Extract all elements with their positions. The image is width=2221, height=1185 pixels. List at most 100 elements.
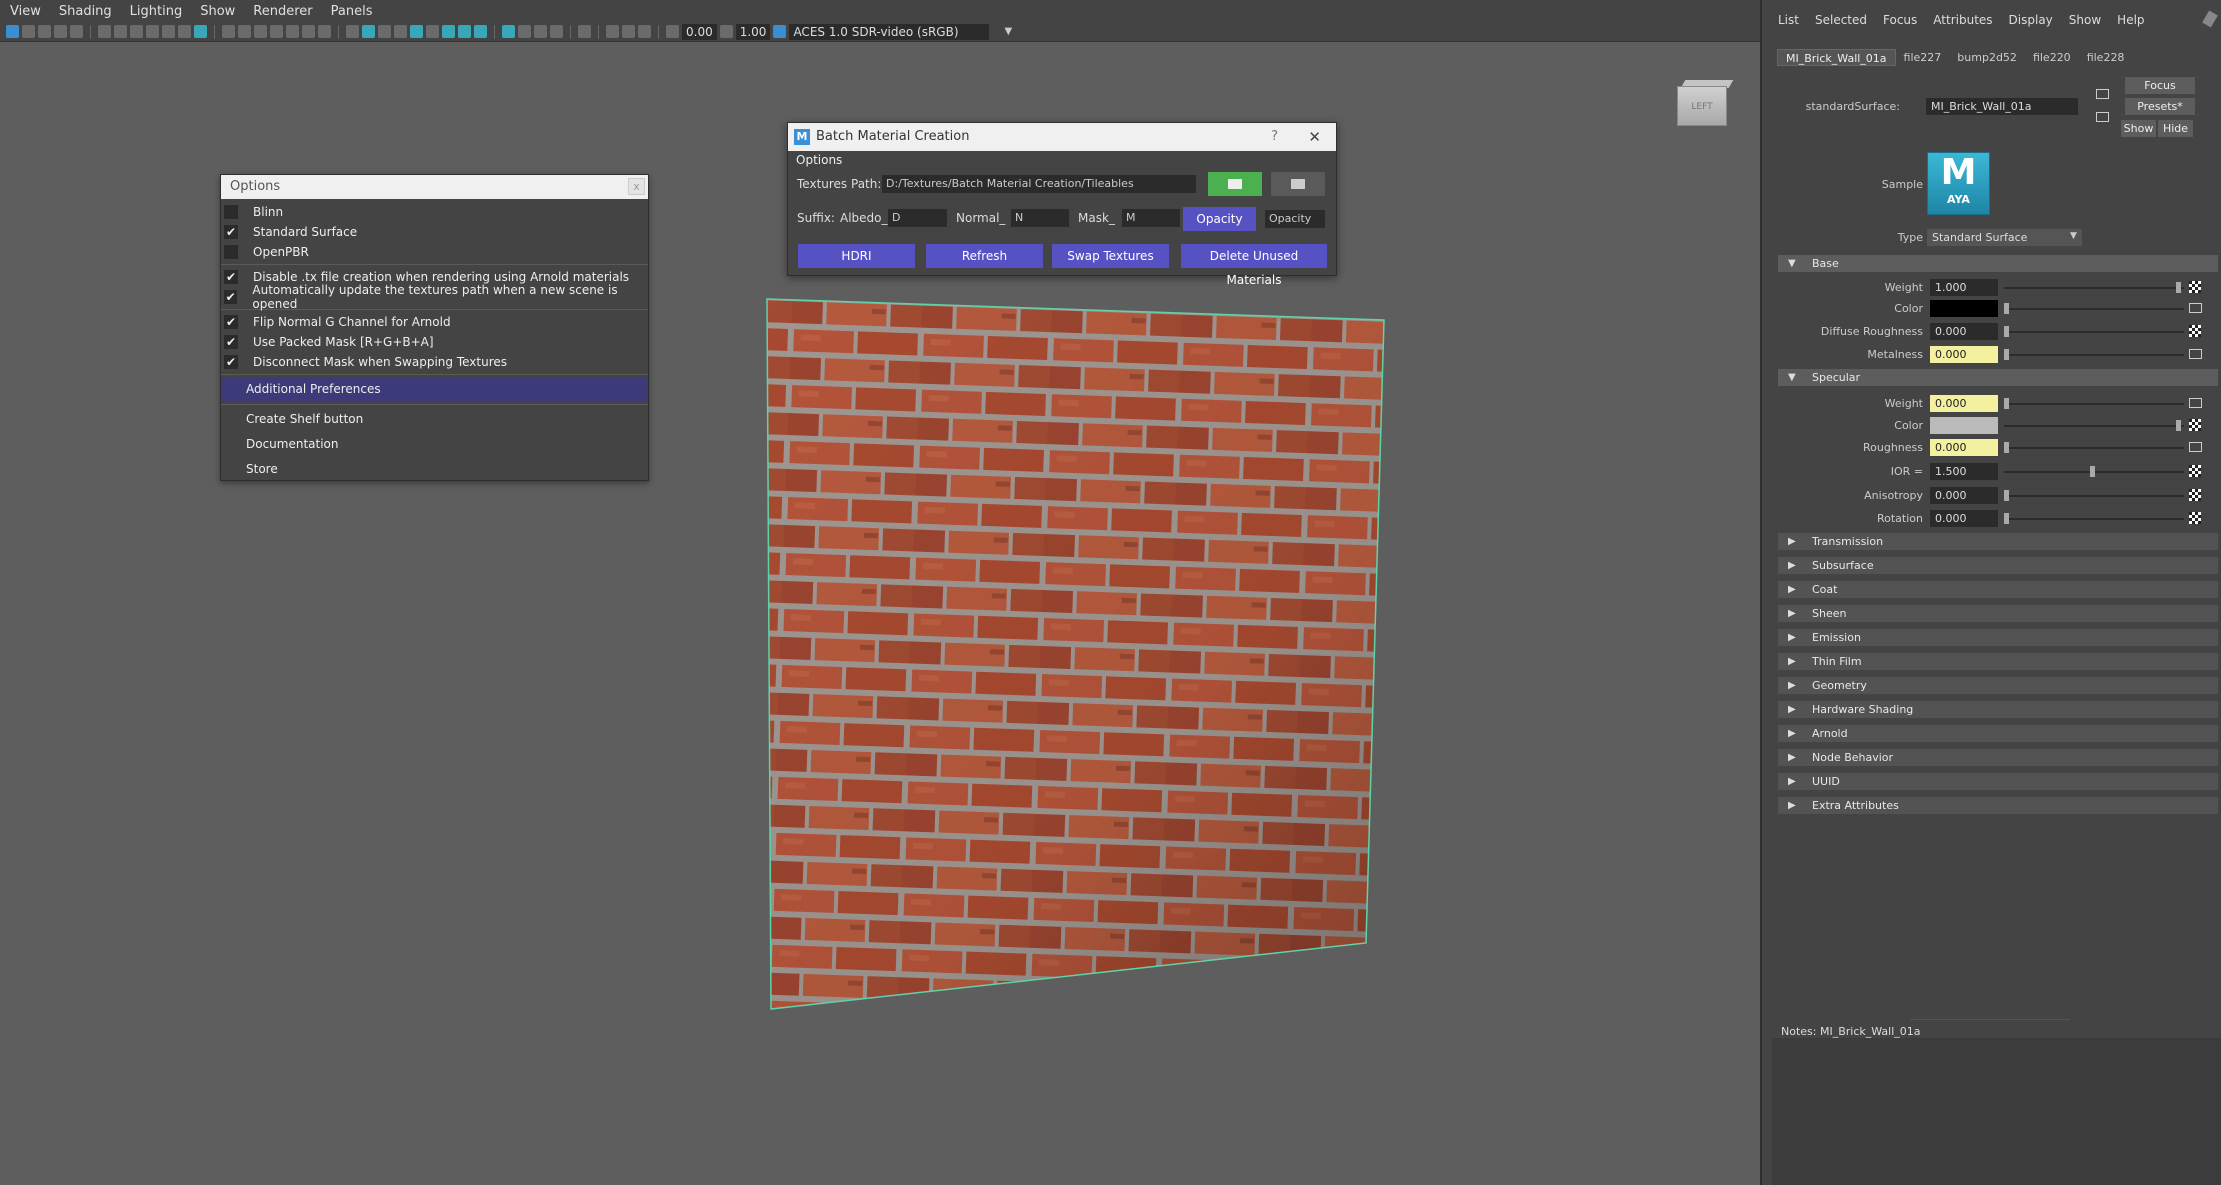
map-button-icon[interactable] (2189, 489, 2201, 501)
notes-textarea[interactable] (1772, 1038, 2221, 1185)
metalness-slider[interactable] (2004, 354, 2184, 356)
specular-weight-field[interactable]: 0.000 (1930, 395, 1998, 412)
menu-focus[interactable]: Focus (1883, 13, 1917, 27)
menu-item-documentation[interactable]: Documentation (221, 432, 648, 457)
opacity-toggle-button[interactable]: Opacity (1183, 207, 1256, 231)
section-transmission[interactable]: ▶ Transmission (1778, 533, 2218, 550)
section-arnold[interactable]: ▶ Arnold (1778, 725, 2218, 742)
anisotropy-field[interactable]: 0.000 (1930, 487, 1998, 504)
material-sample-swatch[interactable]: M AYA (1927, 152, 1990, 215)
tab-file220[interactable]: file220 (2025, 49, 2079, 66)
map-button-icon[interactable] (2189, 325, 2201, 337)
show-button[interactable]: Show (2121, 120, 2156, 137)
specular-roughness-slider[interactable] (2004, 447, 2184, 449)
metalness-field[interactable]: 0.000 (1930, 346, 1998, 363)
checkbox[interactable]: ✔ (224, 355, 238, 369)
slider-handle[interactable] (2004, 303, 2009, 314)
base-color-slider[interactable] (2004, 308, 2184, 310)
map-button-icon[interactable] (2189, 303, 2202, 313)
tab-bump2d52[interactable]: bump2d52 (1949, 49, 2025, 66)
base-color-swatch[interactable] (1930, 300, 1998, 317)
rotation-field[interactable]: 0.000 (1930, 510, 1998, 527)
checkbox[interactable]: ✔ (224, 225, 238, 239)
node-name-field[interactable]: MI_Brick_Wall_01a (1926, 98, 2078, 115)
menu-item-additional-preferences[interactable]: Additional Preferences (221, 377, 648, 402)
section-hardware-shading[interactable]: ▶ Hardware Shading (1778, 701, 2218, 718)
presets-button[interactable]: Presets* (2125, 98, 2195, 115)
map-button-icon[interactable] (2189, 465, 2201, 477)
menu-display[interactable]: Display (2009, 13, 2053, 27)
rotation-slider[interactable] (2004, 518, 2184, 520)
map-button-icon[interactable] (2189, 398, 2202, 408)
hide-button[interactable]: Hide (2158, 120, 2193, 137)
slider-handle[interactable] (2004, 326, 2009, 337)
checkbox[interactable] (224, 245, 238, 259)
options-close-button[interactable]: x (628, 178, 645, 195)
textures-path-input[interactable]: D:/Textures/Batch Material Creation/Tile… (882, 175, 1196, 193)
anisotropy-slider[interactable] (2004, 495, 2184, 497)
option-packed-mask[interactable]: ✔ Use Packed Mask [R+G+B+A] (221, 332, 648, 352)
menu-item-store[interactable]: Store (221, 457, 648, 482)
map-button-icon[interactable] (2189, 281, 2201, 293)
slider-handle[interactable] (2004, 349, 2009, 360)
slider-handle[interactable] (2176, 420, 2181, 431)
menu-options[interactable]: Options (796, 153, 842, 167)
slider-handle[interactable] (2004, 513, 2009, 524)
section-base[interactable]: ▼ Base (1778, 255, 2218, 272)
option-disconnect-mask[interactable]: ✔ Disconnect Mask when Swapping Textures (221, 352, 648, 372)
open-folder-button[interactable] (1208, 172, 1262, 196)
specular-weight-slider[interactable] (2004, 403, 2184, 405)
notes-divider[interactable] (1910, 1019, 2070, 1020)
tab-file228[interactable]: file228 (2079, 49, 2133, 66)
section-uuid[interactable]: ▶ UUID (1778, 773, 2218, 790)
menu-help[interactable]: Help (2117, 13, 2144, 27)
diffuse-roughness-slider[interactable] (2004, 331, 2184, 333)
checkbox[interactable] (224, 205, 238, 219)
albedo-suffix-input[interactable]: D (888, 209, 947, 227)
view-cube[interactable]: LEFT (1673, 80, 1734, 128)
base-weight-slider[interactable] (2004, 287, 2184, 289)
map-button-icon[interactable] (2189, 512, 2201, 524)
opacity-suffix-input[interactable]: Opacity (1265, 210, 1325, 228)
option-blinn[interactable]: Blinn (221, 202, 648, 222)
map-button-icon[interactable] (2189, 349, 2202, 359)
menu-selected[interactable]: Selected (1815, 13, 1867, 27)
slider-handle[interactable] (2004, 490, 2009, 501)
refresh-button[interactable]: Refresh (926, 244, 1043, 268)
section-thin-film[interactable]: ▶ Thin Film (1778, 653, 2218, 670)
swap-textures-button[interactable]: Swap Textures (1052, 244, 1169, 268)
output-connection-icon[interactable] (2096, 112, 2109, 122)
chevron-down-icon[interactable]: ▼ (2070, 231, 2077, 241)
slider-handle[interactable] (2090, 466, 2095, 477)
checkbox[interactable]: ✔ (224, 335, 238, 349)
input-connection-icon[interactable] (2096, 89, 2109, 99)
menu-item-create-shelf-button[interactable]: Create Shelf button (221, 407, 648, 432)
specular-color-slider[interactable] (2004, 425, 2184, 427)
section-subsurface[interactable]: ▶ Subsurface (1778, 557, 2218, 574)
delete-unused-materials-button[interactable]: Delete Unused Materials (1181, 244, 1327, 287)
viewcube-left-label[interactable]: LEFT (1677, 86, 1727, 126)
map-button-icon[interactable] (2189, 442, 2202, 452)
checkbox[interactable]: ✔ (224, 290, 238, 304)
hdri-button[interactable]: HDRI (798, 244, 915, 268)
menu-list[interactable]: List (1778, 13, 1799, 27)
close-button[interactable]: ✕ (1308, 123, 1321, 151)
base-weight-field[interactable]: 1.000 (1930, 279, 1998, 296)
specular-roughness-field[interactable]: 0.000 (1930, 439, 1998, 456)
normal-suffix-input[interactable]: N (1011, 209, 1069, 227)
section-coat[interactable]: ▶ Coat (1778, 581, 2218, 598)
type-dropdown[interactable]: Standard Surface (1927, 229, 2082, 246)
mask-suffix-input[interactable]: M (1122, 209, 1180, 227)
checkbox[interactable]: ✔ (224, 315, 238, 329)
specular-color-swatch[interactable] (1930, 417, 1998, 434)
help-button[interactable]: ? (1271, 123, 1278, 151)
section-extra-attributes[interactable]: ▶ Extra Attributes (1778, 797, 2218, 814)
section-emission[interactable]: ▶ Emission (1778, 629, 2218, 646)
slider-handle[interactable] (2004, 398, 2009, 409)
slider-handle[interactable] (2176, 282, 2181, 293)
bmc-title-bar[interactable]: M Batch Material Creation ? ✕ (788, 123, 1336, 151)
section-geometry[interactable]: ▶ Geometry (1778, 677, 2218, 694)
option-auto-update-path[interactable]: ✔ Automatically update the textures path… (221, 283, 648, 311)
slider-handle[interactable] (2004, 442, 2009, 453)
focus-button[interactable]: Focus (2125, 77, 2195, 94)
